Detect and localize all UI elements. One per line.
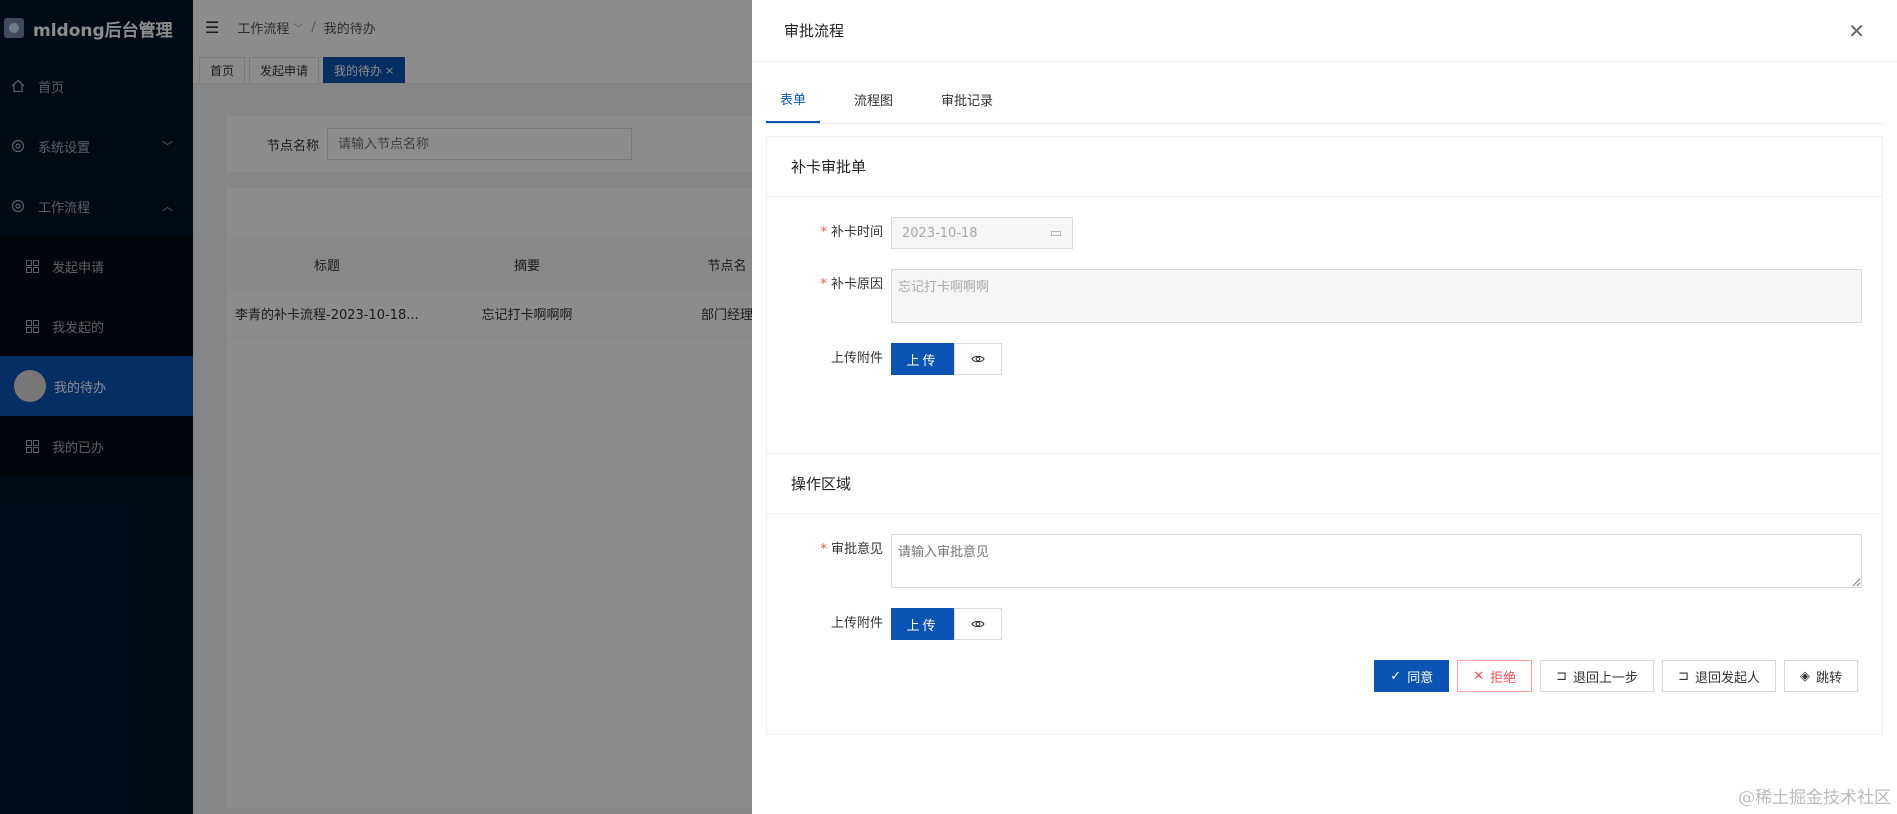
required-mark: *: [820, 542, 827, 557]
button-label: 拒绝: [1490, 670, 1517, 686]
upload-group: 上传: [891, 608, 1002, 640]
action-buttons: ✓ 同意 ✕ 拒绝 ⊐ 退回上一步 ⊐ 退回发起人 ◈ 跳转: [767, 660, 1882, 734]
close-icon: ✕: [1473, 668, 1485, 684]
calendar-icon: ▭: [1049, 225, 1062, 241]
form-label: 上传附件: [830, 616, 883, 631]
required-mark: *: [820, 277, 827, 292]
upload-group: 上传: [891, 343, 1002, 375]
jump-button[interactable]: ◈ 跳转: [1783, 660, 1858, 692]
form-row-reason: * 补卡原因 忘记打卡啊啊啊: [767, 269, 1882, 323]
form-label: 审批意见: [830, 542, 883, 557]
form-row-attachment: 上传附件 上传: [767, 343, 1882, 375]
approval-drawer: 审批流程 ✕ 表单 流程图 审批记录 补卡审批单 * 补卡时间 2023-10-1…: [752, 0, 1897, 814]
watermark: @稀土掘金技术社区: [1738, 788, 1891, 808]
rollback-icon: ⊐: [1678, 668, 1689, 684]
drawer-header: 审批流程 ✕: [752, 0, 1897, 62]
tab-flowchart[interactable]: 流程图: [840, 75, 907, 123]
card-title: 补卡审批单: [767, 137, 1882, 197]
card-title: 操作区域: [767, 454, 1882, 514]
upload-button[interactable]: 上传: [891, 608, 954, 640]
agree-button[interactable]: ✓ 同意: [1374, 660, 1450, 692]
tab-form[interactable]: 表单: [766, 75, 821, 123]
reason-textarea[interactable]: 忘记打卡啊啊啊: [891, 269, 1862, 323]
date-input[interactable]: 2023-10-18 ▭: [891, 217, 1073, 249]
tab-approval-records[interactable]: 审批记录: [927, 75, 1007, 123]
drawer-body: 表单 流程图 审批记录 补卡审批单 * 补卡时间 2023-10-18 ▭ * 补卡…: [752, 62, 1897, 735]
form-label: 上传附件: [830, 351, 883, 366]
eye-icon: [971, 355, 985, 363]
check-icon: ✓: [1390, 668, 1402, 684]
drawer-tabs: 表单 流程图 审批记录: [766, 76, 1883, 124]
form-row-attachment: 上传附件 上传: [767, 608, 1882, 640]
form-label: 补卡原因: [830, 277, 883, 292]
upload-button[interactable]: 上传: [891, 343, 954, 375]
button-label: 退回上一步: [1573, 670, 1639, 686]
preview-button[interactable]: [954, 343, 1002, 375]
form-card: 补卡审批单 * 补卡时间 2023-10-18 ▭ * 补卡原因 忘记打卡啊啊啊 上…: [766, 136, 1883, 454]
back-prev-button[interactable]: ⊐ 退回上一步: [1540, 660, 1655, 692]
opinion-textarea[interactable]: [891, 534, 1862, 588]
form-label-wrap: * 补卡原因: [767, 269, 891, 301]
form-row-time: * 补卡时间 2023-10-18 ▭: [767, 217, 1882, 249]
reject-button[interactable]: ✕ 拒绝: [1457, 660, 1533, 692]
button-label: 同意: [1407, 670, 1434, 686]
form-label-wrap: * 审批意见: [767, 534, 891, 566]
form-row-opinion: * 审批意见: [767, 534, 1882, 588]
form-label-wrap: * 补卡时间: [767, 217, 891, 249]
required-mark: *: [820, 225, 827, 240]
drawer-mask[interactable]: [0, 0, 752, 814]
button-label: 跳转: [1815, 670, 1842, 686]
action-card: 操作区域 *审批意见 上传附件 上传 ✓ 同意 ✕ 拒绝 ⊐ 退回上一步 ⊐ 退回发起人: [766, 454, 1883, 735]
back-initiator-button[interactable]: ⊐ 退回发起人: [1662, 660, 1776, 692]
button-label: 退回发起人: [1694, 670, 1760, 686]
close-icon[interactable]: ✕: [1848, 19, 1865, 43]
date-value: 2023-10-18: [902, 225, 978, 241]
form-label: 补卡时间: [830, 225, 883, 240]
rollback-icon: ⊐: [1556, 668, 1568, 684]
eye-icon: [971, 620, 985, 628]
drawer-title: 审批流程: [784, 22, 845, 40]
preview-button[interactable]: [954, 608, 1002, 640]
target-icon: ◈: [1799, 668, 1810, 684]
